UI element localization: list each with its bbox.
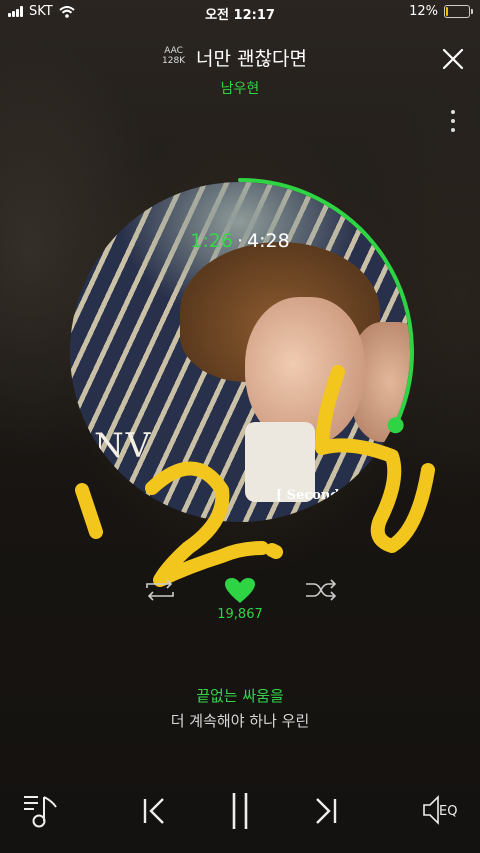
shuffle-icon[interactable] [304,578,338,602]
like-count: 19,867 [217,607,263,622]
clock: 오전 12:17 [205,8,275,23]
playback-time: 1:26 · 4:28 [70,230,410,252]
previous-icon[interactable] [142,797,166,825]
progress-ring[interactable] [60,172,420,532]
album-art-progress[interactable]: NV [ Second 1:26 · 4:28 [70,178,414,522]
codec-label: AAC [164,46,183,56]
battery-level [446,7,448,16]
lyric-current-line[interactable]: 끝없는 싸움을 [0,685,480,706]
pause-icon[interactable] [228,791,252,831]
repeat-icon[interactable] [143,578,177,602]
player-header: AAC 128K 너만 괜찮다면 남우현 [0,42,480,102]
battery-icon [444,5,473,18]
playlist-icon[interactable] [22,793,60,829]
song-title[interactable]: 너만 괜찮다면 [196,44,307,71]
playback-controls: EQ [0,785,480,835]
audio-quality-badge: AAC 128K [162,46,185,66]
eq-label: EQ [439,804,458,819]
current-time: 1:26 [190,230,233,252]
artist-name[interactable]: 남우현 [0,78,480,98]
close-icon[interactable] [440,46,466,72]
heart-icon[interactable] [224,577,256,605]
status-bar: SKT 오전 12:17 12% [0,0,480,24]
battery-percent: 12% [409,4,438,19]
total-duration: 4:28 [247,230,290,252]
lyric-next-line[interactable]: 더 계속해야 하나 우린 [0,710,480,731]
progress-knob[interactable] [387,417,404,434]
time-separator: · [236,230,244,252]
next-icon[interactable] [314,797,338,825]
more-vertical-icon[interactable] [446,110,460,138]
equalizer-button[interactable]: EQ [422,795,462,827]
bitrate-label: 128K [162,56,186,66]
